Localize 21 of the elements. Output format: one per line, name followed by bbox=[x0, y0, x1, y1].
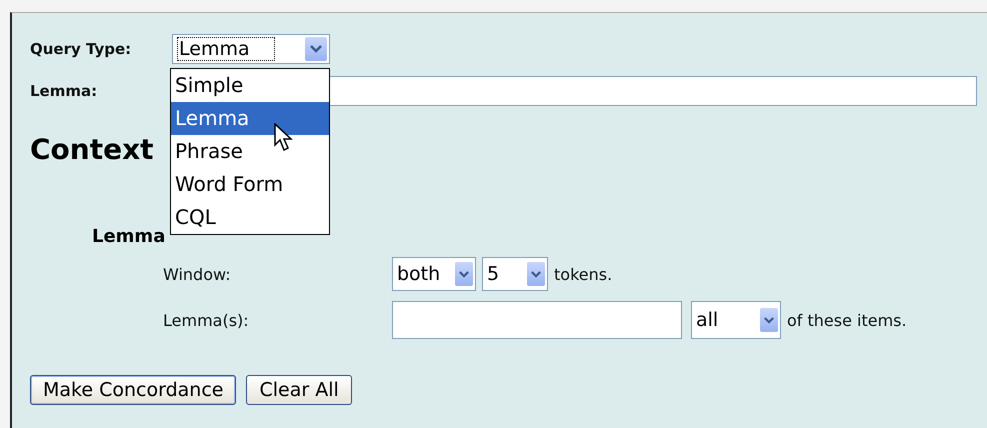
lemmas-label: Lemma(s): bbox=[163, 310, 250, 330]
items-text: of these items. bbox=[787, 310, 907, 330]
make-concordance-button[interactable]: Make Concordance bbox=[30, 375, 236, 405]
window-size-select[interactable]: 5 bbox=[482, 257, 548, 291]
dropdown-option[interactable]: Lemma bbox=[171, 102, 329, 135]
lemma-label: Lemma: bbox=[30, 82, 98, 100]
mouse-pointer-icon bbox=[274, 123, 294, 153]
tokens-text: tokens. bbox=[554, 264, 612, 284]
lemmas-input[interactable] bbox=[392, 301, 682, 339]
context-heading: Context bbox=[30, 133, 154, 166]
lemma-filter-heading: Lemma bbox=[92, 226, 166, 247]
dropdown-option[interactable]: Word Form bbox=[171, 168, 329, 201]
dropdown-option[interactable]: Simple bbox=[171, 69, 329, 102]
dropdown-option[interactable]: CQL bbox=[171, 201, 329, 234]
clear-all-button[interactable]: Clear All bbox=[246, 375, 352, 405]
match-mode-select[interactable]: all bbox=[691, 301, 781, 339]
direction-select[interactable]: both bbox=[392, 257, 476, 291]
query-type-label: Query Type: bbox=[30, 40, 132, 58]
dropdown-option[interactable]: Phrase bbox=[171, 135, 329, 168]
window-label: Window: bbox=[163, 264, 232, 284]
query-type-select[interactable]: Lemma bbox=[172, 34, 330, 64]
